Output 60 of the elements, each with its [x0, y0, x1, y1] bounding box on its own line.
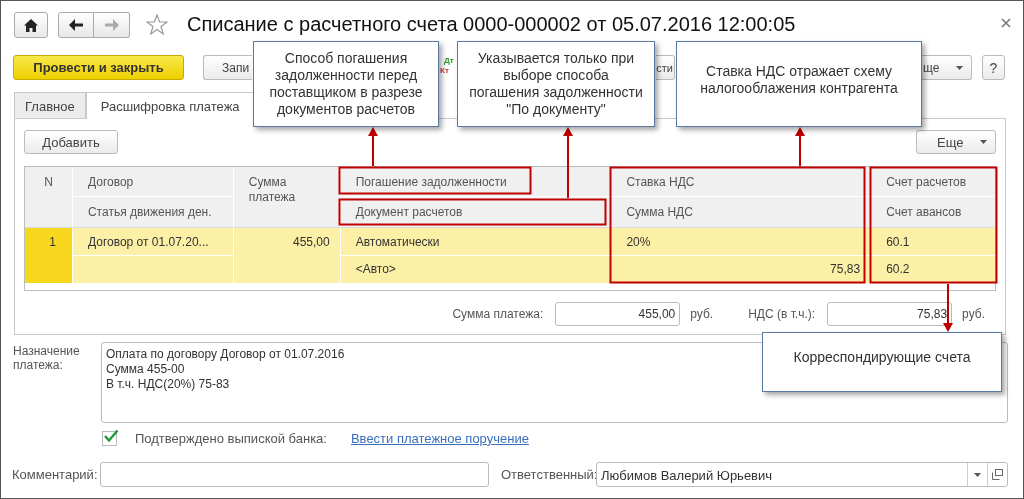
table-cell: 455,00: [233, 228, 340, 283]
column-header[interactable]: N: [25, 167, 72, 227]
column-header[interactable]: Статья движения ден.: [72, 197, 233, 227]
save-button[interactable]: Запи: [203, 55, 252, 80]
arrow-right-icon: [104, 19, 119, 31]
arrow-left-icon: [69, 19, 83, 31]
amount-field[interactable]: 455,00: [555, 301, 681, 326]
caret-icon: [974, 472, 981, 477]
field-label: Ответственный:: [501, 467, 596, 482]
column-header[interactable]: Сумма платежа: [233, 167, 340, 227]
more-menu-button[interactable]: ще: [921, 55, 972, 80]
toolbar-button[interactable]: сти: [656, 55, 675, 80]
field-label: НДС (в т.ч.):: [748, 306, 816, 321]
callout-arrow: [795, 127, 805, 167]
link[interactable]: Ввести платежное поручение: [350, 430, 529, 446]
table-cell: Автоматически: [340, 228, 611, 256]
caret-icon: [980, 140, 987, 144]
column-header[interactable]: Ставка НДС: [611, 167, 871, 197]
column-header[interactable]: Договор: [72, 167, 233, 197]
field-label: Комментарий:: [12, 467, 99, 482]
post-and-close-button[interactable]: Провести и закрыть: [13, 55, 184, 80]
open-window-icon: [992, 469, 1003, 480]
caret-icon: [956, 65, 963, 70]
tab[interactable]: Главное: [14, 92, 86, 118]
more-menu-button[interactable]: Еще: [916, 130, 996, 154]
callout-tooltip: Ставка НДС отражает схему налогооблажения контрагента: [676, 41, 922, 127]
table-cell: Договор от 01.07.20...: [72, 228, 233, 256]
close-icon[interactable]: [1001, 18, 1011, 28]
amount-field[interactable]: 75,83: [827, 301, 953, 326]
table-cell: 20%: [611, 228, 871, 256]
responsible-field[interactable]: Любимов Валерий Юрьевич: [596, 462, 1008, 487]
window-title: Списание с расчетного счета 0000-000002 от 05.07.2016 12:00:05: [187, 13, 796, 36]
row-number: 1: [25, 228, 72, 283]
table-cell: 75,83: [611, 256, 871, 283]
callout-tooltip: Способ погашения задолженности перед поставщиком в разрезе документов расчетов: [253, 41, 439, 127]
field-label: Сумма платежа:: [452, 306, 544, 321]
currency-label: руб.: [962, 306, 985, 321]
callout-arrow: [368, 127, 378, 167]
home-button[interactable]: [14, 12, 48, 38]
star-icon[interactable]: [146, 14, 168, 35]
comment-field[interactable]: [100, 462, 489, 487]
checkbox[interactable]: [102, 430, 117, 446]
help-button[interactable]: ?: [982, 55, 1005, 80]
callout-tooltip: Указывается только при выборе способа погашения задолженности "По документу": [457, 41, 655, 127]
debit-credit-icon[interactable]: Дт Кт: [440, 56, 456, 76]
field-label: Назначение платежа:: [13, 343, 81, 374]
table-cell: 60.2: [871, 256, 995, 283]
table-cell: <Авто>: [340, 256, 611, 283]
home-icon: [24, 18, 38, 32]
callout-arrow: [563, 127, 573, 199]
table-cell: 60.1: [871, 228, 995, 256]
add-button[interactable]: Добавить: [24, 130, 118, 154]
column-header[interactable]: Сумма НДС: [611, 197, 871, 227]
currency-label: руб.: [690, 306, 714, 321]
tab[interactable]: Расшифровка платежа: [85, 92, 255, 119]
back-button[interactable]: [58, 12, 94, 38]
checkbox-label: Подтверждено выпиской банка:: [135, 430, 327, 446]
callout-tooltip: Корреспондирующие счета: [762, 332, 1002, 392]
column-header[interactable]: Счет авансов: [871, 197, 995, 227]
column-header[interactable]: Счет расчетов: [871, 167, 995, 197]
